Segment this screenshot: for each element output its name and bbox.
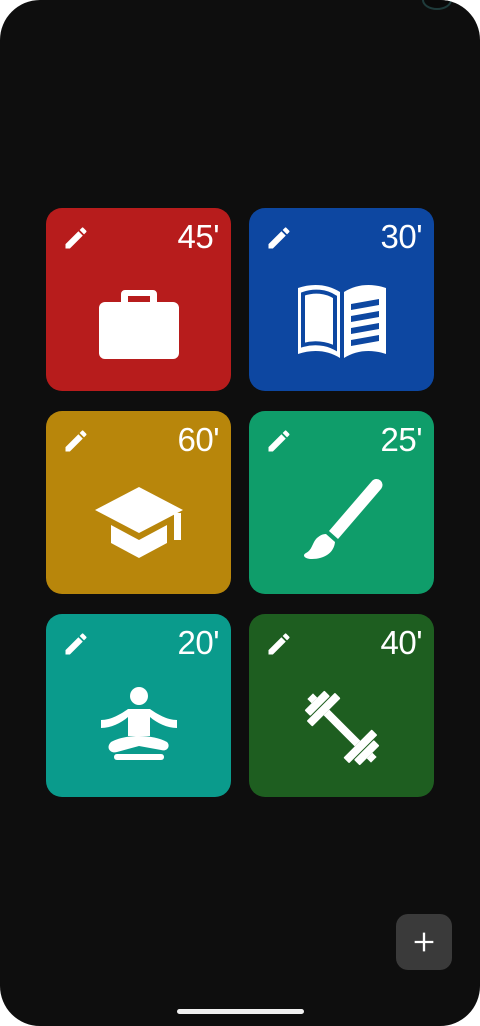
add-activity-button[interactable] [396,914,452,970]
plus-icon [414,932,434,952]
activity-tile-reading[interactable]: 30' [249,208,434,391]
activity-tile-work[interactable]: 45' [46,208,231,391]
tile-minutes: 40' [380,624,422,661]
pencil-icon[interactable] [265,630,293,658]
tile-minutes: 45' [177,218,219,255]
tile-minutes: 25' [380,421,422,458]
pencil-icon[interactable] [62,224,90,252]
tile-minutes: 20' [177,624,219,661]
activity-tile-painting[interactable]: 25' [249,411,434,594]
briefcase-icon [98,290,179,359]
app-screen: 45' 30' 60' 25' 20' 40' [0,0,480,1026]
graduation-cap-icon [94,487,183,558]
book-icon [297,284,386,358]
dumbbell-icon [304,690,379,766]
paint-brush-icon [303,478,383,559]
tile-minutes: 60' [177,421,219,458]
meditation-icon [100,687,177,760]
activity-tile-meditation[interactable]: 20' [46,614,231,797]
tile-minutes: 30' [380,218,422,255]
home-indicator[interactable] [177,1009,304,1014]
pencil-icon[interactable] [62,427,90,455]
activity-tile-study[interactable]: 60' [46,411,231,594]
pencil-icon[interactable] [265,427,293,455]
activity-tile-workout[interactable]: 40' [249,614,434,797]
pencil-icon[interactable] [62,630,90,658]
camera-cutout [422,0,452,10]
pencil-icon[interactable] [265,224,293,252]
